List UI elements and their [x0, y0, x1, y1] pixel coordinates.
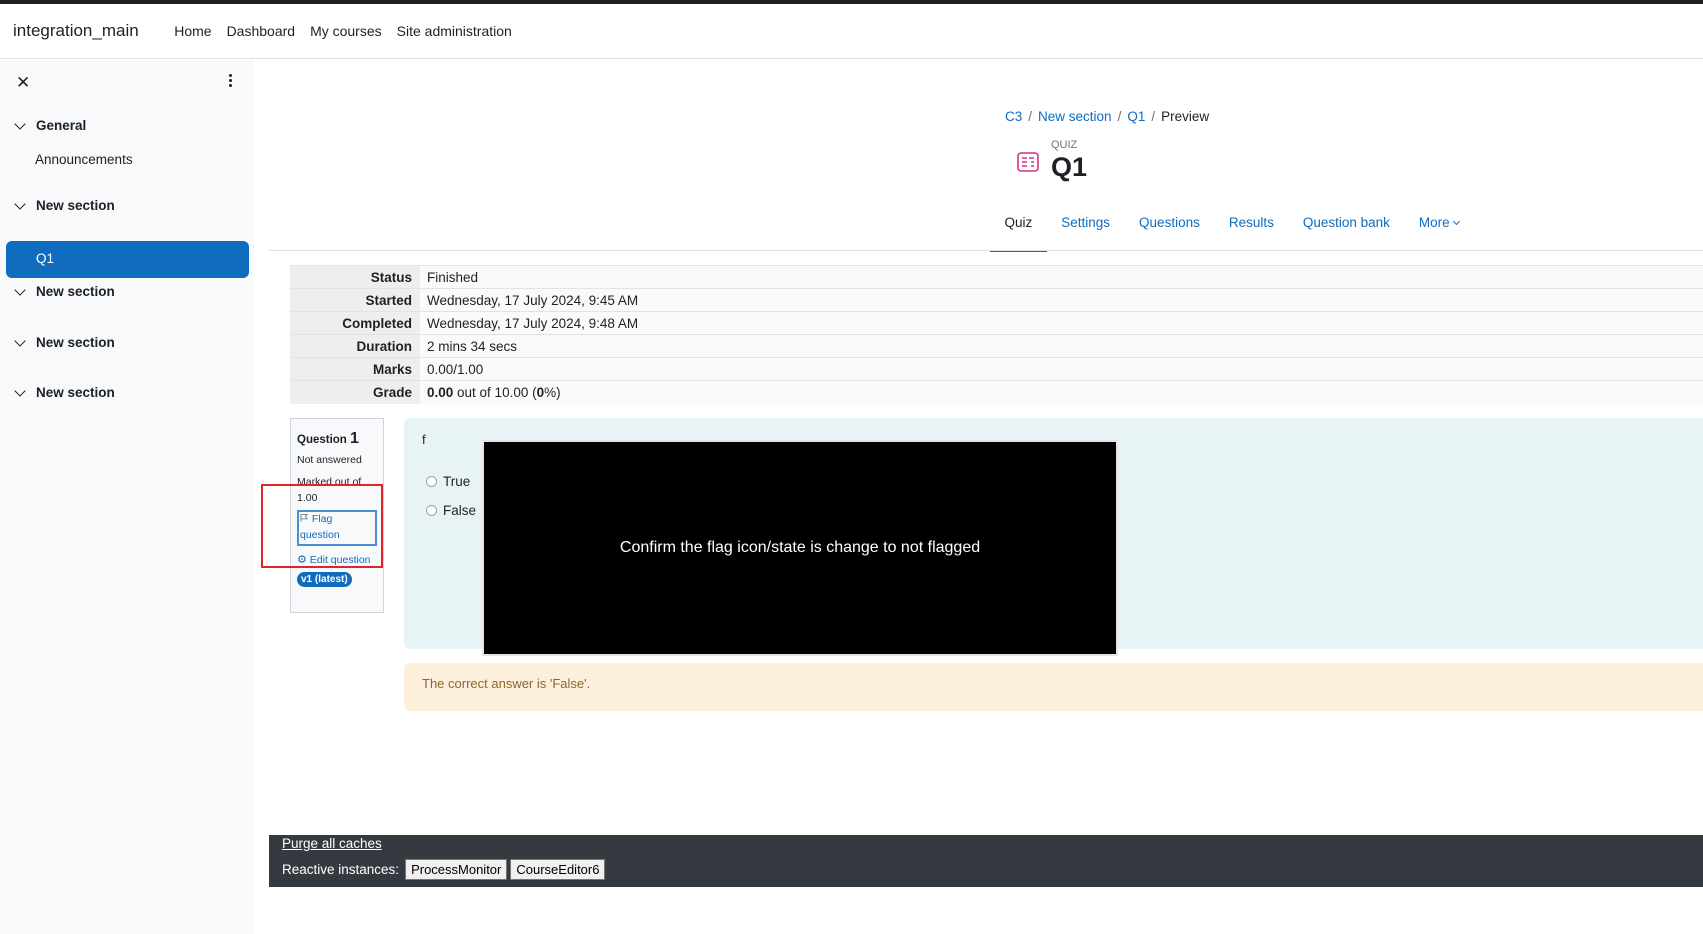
nav-home[interactable]: Home	[167, 23, 219, 39]
grade-end: %)	[544, 384, 561, 400]
primary-navigation: Home Dashboard My courses Site administr…	[167, 23, 520, 39]
nav-site-administration[interactable]: Site administration	[389, 23, 519, 39]
summary-label: Marks	[290, 357, 420, 381]
tab-question-bank[interactable]: Question bank	[1288, 200, 1404, 252]
instruction-overlay: Confirm the flag icon/state is change to…	[482, 440, 1118, 656]
grade-percent: 0	[536, 384, 545, 400]
version-badge[interactable]: v1 (latest)	[297, 571, 352, 587]
table-row: Completed Wednesday, 17 July 2024, 9:48 A…	[290, 311, 1703, 335]
question-state: Not answered	[297, 454, 362, 466]
summary-label: Completed	[290, 311, 420, 335]
quiz-icon	[1017, 152, 1039, 172]
page-footer: Purge all caches Reactive instances: Pro…	[269, 835, 1703, 887]
purge-caches-link[interactable]: Purge all caches	[282, 836, 382, 851]
chevron-down-icon	[14, 384, 26, 397]
section-label: New section	[36, 284, 115, 299]
grade-out-of: out of 10.00 (	[453, 384, 537, 400]
tab-quiz[interactable]: Quiz	[990, 200, 1047, 252]
option-true[interactable]: True	[426, 474, 470, 489]
section-label: New section	[36, 385, 115, 400]
drawer-item-announcements[interactable]: Announcements	[35, 152, 133, 167]
summary-label: Grade	[290, 380, 420, 404]
summary-value-grade: 0.00 out of 10.00 (0%)	[420, 380, 1703, 404]
chevron-down-icon	[14, 117, 26, 130]
drawer-item-q1[interactable]: Q1	[6, 241, 249, 278]
summary-value: Wednesday, 17 July 2024, 9:45 AM	[420, 288, 1703, 312]
summary-label: Duration	[290, 334, 420, 358]
option-label: True	[443, 474, 471, 489]
section-label: New section	[36, 198, 115, 213]
table-row: Grade 0.00 out of 10.00 (0%)	[290, 380, 1703, 404]
summary-value: 2 mins 34 secs	[420, 334, 1703, 358]
correct-answer-feedback: The correct answer is 'False'.	[404, 663, 1703, 711]
highlight-box	[261, 484, 383, 568]
tabs-divider	[269, 250, 1703, 251]
kebab-menu-icon[interactable]	[224, 74, 236, 90]
course-index-drawer: ✕ General Announcements New section Q1 N…	[0, 60, 254, 934]
reactive-instances: Reactive instances: ProcessMonitor Cours…	[282, 859, 606, 880]
summary-value: Wednesday, 17 July 2024, 9:48 AM	[420, 311, 1703, 335]
breadcrumb-new-section[interactable]: New section	[1038, 109, 1112, 124]
summary-label: Started	[290, 288, 420, 312]
chevron-down-icon	[1452, 217, 1460, 226]
chevron-down-icon	[14, 334, 26, 347]
breadcrumb-q1[interactable]: Q1	[1127, 109, 1145, 124]
chevron-down-icon	[14, 283, 26, 296]
secondary-navigation: Quiz Settings Questions Results Question…	[990, 200, 1473, 252]
section-label: New section	[36, 335, 115, 350]
tab-more-label: More	[1418, 215, 1450, 230]
section-label: General	[36, 118, 87, 133]
process-monitor-button[interactable]: ProcessMonitor	[405, 859, 508, 880]
table-row: Duration 2 mins 34 secs	[290, 334, 1703, 358]
breadcrumb-c3[interactable]: C3	[1005, 109, 1022, 124]
question-text: f	[422, 432, 426, 447]
question-number: Question 1	[297, 430, 359, 447]
section-new-section-1[interactable]: New section	[14, 197, 115, 213]
course-editor-button[interactable]: CourseEditor6	[510, 859, 606, 880]
site-brand[interactable]: integration_main	[13, 21, 139, 41]
table-row: Started Wednesday, 17 July 2024, 9:45 AM	[290, 288, 1703, 312]
radio-button[interactable]	[426, 505, 437, 516]
reactive-label: Reactive instances:	[282, 862, 400, 877]
page-title: Q1	[1051, 152, 1088, 182]
overlay-message: Confirm the flag icon/state is change to…	[619, 539, 981, 556]
summary-value: Finished	[420, 265, 1703, 289]
chevron-down-icon	[14, 197, 26, 210]
summary-value: 0.00/1.00	[420, 357, 1703, 381]
tab-questions[interactable]: Questions	[1125, 200, 1215, 252]
summary-label: Status	[290, 265, 420, 289]
grade-score: 0.00	[427, 384, 454, 400]
section-new-section-2[interactable]: New section	[14, 283, 115, 299]
activity-type-label: QUIZ	[1051, 139, 1078, 151]
tab-more[interactable]: More	[1404, 200, 1473, 252]
option-label: False	[443, 503, 477, 518]
attempt-summary-table: Status Finished Started Wednesday, 17 July…	[290, 265, 1703, 404]
breadcrumb: C3/New section / Q1/Preview	[1005, 109, 1210, 124]
radio-button[interactable]	[426, 476, 437, 487]
section-general[interactable]: General	[14, 117, 87, 133]
table-row: Status Finished	[290, 265, 1703, 289]
nav-dashboard[interactable]: Dashboard	[219, 23, 303, 39]
breadcrumb-current: Preview	[1161, 109, 1210, 124]
tab-results[interactable]: Results	[1214, 200, 1288, 252]
close-icon[interactable]: ✕	[16, 73, 30, 93]
option-false[interactable]: False	[426, 503, 476, 518]
nav-my-courses[interactable]: My courses	[303, 23, 390, 39]
top-navbar: integration_main Home Dashboard My cours…	[0, 4, 1703, 59]
section-new-section-4[interactable]: New section	[14, 384, 115, 400]
tab-settings[interactable]: Settings	[1047, 200, 1125, 252]
section-new-section-3[interactable]: New section	[14, 334, 115, 350]
table-row: Marks 0.00/1.00	[290, 357, 1703, 381]
